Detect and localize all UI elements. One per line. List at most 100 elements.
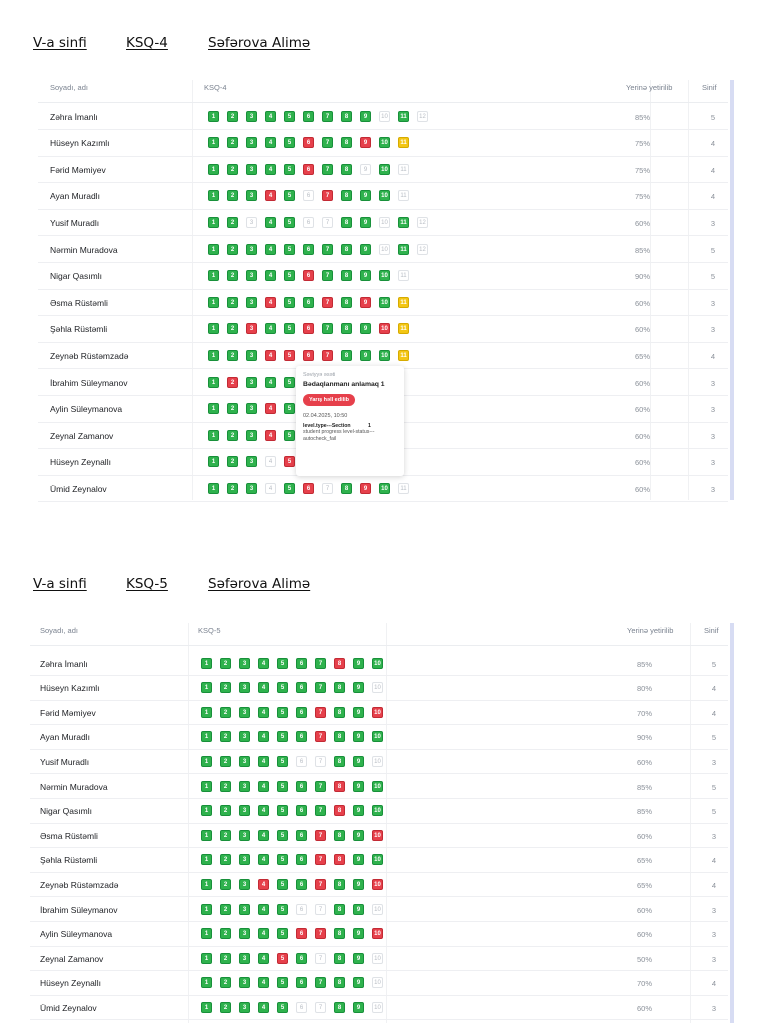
level-badge[interactable]: 3 bbox=[239, 829, 250, 841]
level-badge[interactable]: 3 bbox=[239, 952, 250, 964]
level-badge[interactable]: 5 bbox=[284, 323, 295, 335]
level-badge[interactable]: 9 bbox=[353, 755, 364, 767]
level-badge[interactable]: 5 bbox=[284, 482, 295, 494]
level-badge[interactable]: 1 bbox=[208, 403, 219, 415]
level-badge[interactable]: 2 bbox=[227, 296, 238, 308]
level-badge[interactable]: 9 bbox=[360, 216, 371, 228]
level-badge[interactable]: 9 bbox=[353, 952, 364, 964]
level-badge[interactable]: 9 bbox=[353, 854, 364, 866]
table-row[interactable]: Şəhla Rüstəmli 1 2 3 4 5 6 7 8 9 10 65% 4 bbox=[30, 848, 728, 873]
level-badge[interactable]: 10 bbox=[379, 482, 390, 494]
level-badge[interactable]: 3 bbox=[246, 429, 257, 441]
level-badge[interactable]: 7 bbox=[322, 243, 333, 255]
level-badge[interactable]: 1 bbox=[208, 270, 219, 282]
level-badge[interactable]: 3 bbox=[239, 657, 250, 669]
level-badge[interactable]: 8 bbox=[334, 1001, 345, 1013]
level-badge[interactable]: 10 bbox=[379, 110, 390, 122]
level-badge[interactable]: 8 bbox=[341, 110, 352, 122]
level-badge[interactable]: 11 bbox=[398, 296, 409, 308]
level-badge[interactable]: 2 bbox=[227, 323, 238, 335]
level-badge[interactable]: 8 bbox=[341, 349, 352, 361]
level-badge[interactable]: 3 bbox=[239, 903, 250, 915]
table-row[interactable]: Aylin Süleymanova 1 2 3 4 5 6 7 8 9 10 60% 3 bbox=[30, 922, 728, 947]
level-badge[interactable]: 5 bbox=[277, 682, 288, 694]
table-row[interactable]: Ayan Muradlı 1 2 3 4 5 6 7 8 9 10 11 75% 4 bbox=[38, 183, 728, 210]
table-row[interactable]: Nigar Qasımlı 1 2 3 4 5 6 7 8 9 10 11 90% 5 bbox=[38, 263, 728, 290]
level-badge[interactable]: 4 bbox=[258, 755, 269, 767]
level-badge[interactable]: 4 bbox=[258, 706, 269, 718]
level-badge[interactable]: 10 bbox=[372, 805, 383, 817]
col-grade[interactable]: Sinif bbox=[702, 83, 717, 92]
level-badge[interactable]: 7 bbox=[315, 780, 326, 792]
level-badge[interactable]: 2 bbox=[220, 682, 231, 694]
level-badge[interactable]: 6 bbox=[303, 110, 314, 122]
level-badge[interactable]: 4 bbox=[258, 878, 269, 890]
level-badge[interactable]: 10 bbox=[379, 190, 390, 202]
table-row[interactable]: Ümid Zeynalov 1 2 3 4 5 6 7 8 9 10 60% 3 bbox=[30, 995, 728, 1021]
level-badge[interactable]: 7 bbox=[322, 137, 333, 149]
level-badge[interactable]: 1 bbox=[208, 482, 219, 494]
level-badge[interactable]: 4 bbox=[265, 429, 276, 441]
level-badge[interactable]: 10 bbox=[379, 270, 390, 282]
level-badge[interactable]: 1 bbox=[201, 903, 212, 915]
level-badge[interactable]: 7 bbox=[322, 216, 333, 228]
level-badge[interactable]: 10 bbox=[379, 323, 390, 335]
level-badge[interactable]: 2 bbox=[227, 429, 238, 441]
level-badge[interactable]: 2 bbox=[227, 243, 238, 255]
table-row[interactable]: Nigar Qasımlı 1 2 3 4 5 6 7 8 9 10 85% 5 bbox=[30, 799, 728, 824]
level-badge[interactable]: 2 bbox=[220, 1001, 231, 1013]
level-badge[interactable]: 7 bbox=[322, 270, 333, 282]
level-badge[interactable]: 7 bbox=[315, 805, 326, 817]
level-badge[interactable]: 4 bbox=[258, 829, 269, 841]
table-row[interactable]: Hüseyn Kazımlı 1 2 3 4 5 6 7 8 9 10 80% 4 bbox=[30, 676, 728, 701]
level-badge[interactable]: 11 bbox=[398, 349, 409, 361]
level-badge[interactable]: 2 bbox=[227, 376, 238, 388]
level-badge[interactable]: 6 bbox=[303, 243, 314, 255]
table-row[interactable]: Nərmin Muradova 1 2 3 4 5 6 7 8 9 10 11 12 85% 5 bbox=[38, 236, 728, 263]
level-badge[interactable]: 8 bbox=[334, 755, 345, 767]
level-badge[interactable]: 4 bbox=[258, 657, 269, 669]
level-badge[interactable]: 9 bbox=[360, 243, 371, 255]
level-badge[interactable]: 4 bbox=[265, 163, 276, 175]
level-badge[interactable]: 4 bbox=[265, 323, 276, 335]
level-badge[interactable]: 2 bbox=[220, 903, 231, 915]
level-badge[interactable]: 10 bbox=[379, 163, 390, 175]
table-row[interactable]: Fərid Məmiyev 1 2 3 4 5 6 7 8 9 10 11 75% 4 bbox=[38, 156, 728, 184]
table-row[interactable]: Yusif Muradlı 1 2 3 4 5 6 7 8 9 10 60% 3 bbox=[30, 749, 728, 775]
level-badge[interactable]: 11 bbox=[398, 482, 409, 494]
level-badge[interactable]: 8 bbox=[334, 928, 345, 940]
level-badge[interactable]: 3 bbox=[246, 349, 257, 361]
level-badge[interactable]: 2 bbox=[227, 190, 238, 202]
level-badge[interactable]: 3 bbox=[239, 977, 250, 989]
level-badge[interactable]: 10 bbox=[372, 1001, 383, 1013]
level-badge[interactable]: 8 bbox=[341, 190, 352, 202]
level-badge[interactable]: 9 bbox=[353, 829, 364, 841]
level-badge[interactable]: 7 bbox=[315, 1001, 326, 1013]
tooltip-status-button[interactable]: Yarış həll edilib bbox=[303, 394, 356, 406]
level-badge[interactable]: 2 bbox=[220, 878, 231, 890]
level-badge[interactable]: 9 bbox=[353, 903, 364, 915]
level-badge[interactable]: 6 bbox=[303, 323, 314, 335]
level-badge[interactable]: 7 bbox=[315, 755, 326, 767]
level-badge[interactable]: 4 bbox=[265, 376, 276, 388]
table-row[interactable]: Yusif Muradlı 1 2 3 4 5 6 7 8 9 10 11 12 60% 3 bbox=[38, 209, 728, 237]
col-grade[interactable]: Sinif bbox=[704, 626, 719, 635]
level-badge[interactable]: 3 bbox=[246, 403, 257, 415]
level-badge[interactable]: 4 bbox=[265, 243, 276, 255]
level-badge[interactable]: 2 bbox=[227, 349, 238, 361]
level-badge[interactable]: 8 bbox=[334, 829, 345, 841]
level-badge[interactable]: 2 bbox=[227, 216, 238, 228]
level-badge[interactable]: 9 bbox=[353, 805, 364, 817]
level-badge[interactable]: 6 bbox=[303, 190, 314, 202]
level-badge[interactable]: 10 bbox=[372, 829, 383, 841]
level-badge[interactable]: 3 bbox=[239, 805, 250, 817]
level-badge[interactable]: 1 bbox=[201, 805, 212, 817]
level-badge[interactable]: 7 bbox=[315, 928, 326, 940]
level-badge[interactable]: 6 bbox=[296, 755, 307, 767]
table-row[interactable]: Əsma Rüstəmli 1 2 3 4 5 6 7 8 9 10 11 60% 3 bbox=[38, 289, 728, 317]
level-badge[interactable]: 8 bbox=[334, 977, 345, 989]
level-badge[interactable]: 7 bbox=[322, 190, 333, 202]
level-badge[interactable]: 5 bbox=[277, 829, 288, 841]
level-badge[interactable]: 4 bbox=[258, 780, 269, 792]
level-badge[interactable]: 11 bbox=[398, 270, 409, 282]
